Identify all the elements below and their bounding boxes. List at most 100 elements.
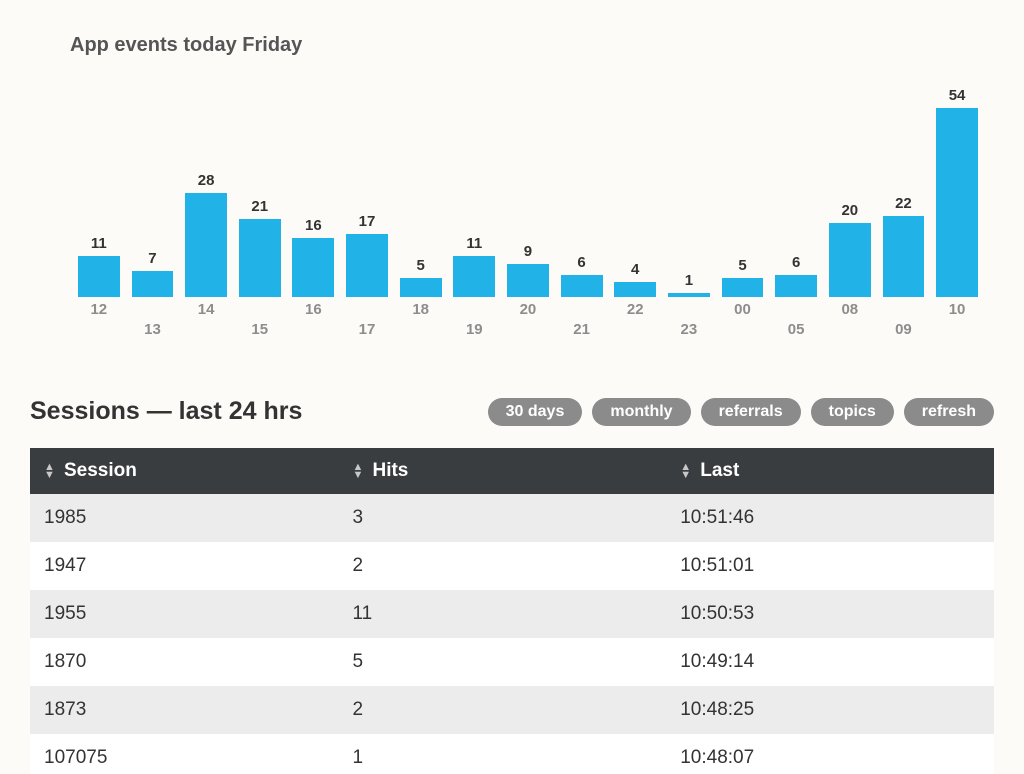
bar-value-label: 5: [738, 257, 746, 274]
cell-hits: 2: [338, 686, 666, 734]
bar: [722, 278, 764, 297]
bar-value-label: 28: [198, 172, 215, 189]
bar-col: 2209: [877, 87, 931, 297]
bar-value-label: 7: [148, 250, 156, 267]
bar-col: 605: [769, 87, 823, 297]
topics-button[interactable]: topics: [811, 398, 894, 426]
bar-x-label: 09: [895, 321, 912, 338]
bar-value-label: 16: [305, 217, 322, 234]
bar-x-label: 23: [681, 321, 698, 338]
sort-icon: ▲▼: [44, 463, 58, 479]
bar-x-label: 12: [90, 301, 107, 318]
cell-session: 1985: [30, 494, 338, 542]
bar: [936, 108, 978, 297]
bar: [453, 256, 495, 297]
bar-x-label: 15: [251, 321, 268, 338]
table-row[interactable]: 107075110:48:07: [30, 734, 994, 774]
bar-col: 1119: [447, 87, 501, 297]
table-row[interactable]: 1870510:49:14: [30, 638, 994, 686]
bar-x-label: 18: [412, 301, 429, 318]
bar: [507, 264, 549, 297]
sort-icon: ▲▼: [352, 463, 366, 479]
bar: [775, 275, 817, 297]
cell-session: 1955: [30, 590, 338, 638]
bar-x-label: 20: [520, 301, 537, 318]
bar-value-label: 22: [895, 195, 912, 212]
bar: [614, 282, 656, 297]
bar: [668, 293, 710, 297]
bar: [132, 271, 174, 297]
cell-last: 10:51:01: [666, 542, 994, 590]
bar-col: 518: [394, 87, 448, 297]
bar: [292, 238, 334, 297]
bar-x-label: 16: [305, 301, 322, 318]
bar-value-label: 21: [251, 198, 268, 215]
cell-last: 10:49:14: [666, 638, 994, 686]
bar-value-label: 11: [91, 235, 107, 252]
bar-value-label: 4: [631, 261, 639, 278]
bar-value-label: 6: [792, 254, 800, 271]
sessions-title: Sessions — last 24 hrs: [30, 397, 302, 426]
bar-col: 2115: [233, 87, 287, 297]
sort-icon: ▲▼: [680, 463, 694, 479]
table-row[interactable]: 1985310:51:46: [30, 494, 994, 542]
cell-hits: 3: [338, 494, 666, 542]
bar-x-label: 13: [144, 321, 161, 338]
bar-value-label: 54: [949, 87, 966, 104]
events-bar-chart: 1112713281421151616171751811199206214221…: [30, 87, 994, 347]
bar-col: 1717: [340, 87, 394, 297]
col-last[interactable]: ▲▼ Last: [666, 448, 994, 494]
table-row[interactable]: 1873210:48:25: [30, 686, 994, 734]
bar-col: 422: [608, 87, 662, 297]
bar-x-label: 00: [734, 301, 751, 318]
cell-last: 10:48:07: [666, 734, 994, 774]
col-session[interactable]: ▲▼ Session: [30, 448, 338, 494]
bar-x-label: 10: [949, 301, 966, 318]
bar-value-label: 11: [466, 235, 482, 252]
bar-value-label: 20: [841, 202, 858, 219]
bar-col: 500: [716, 87, 770, 297]
referrals-button[interactable]: referrals: [701, 398, 801, 426]
bar: [346, 234, 388, 297]
bar-value-label: 5: [416, 257, 424, 274]
sessions-table: ▲▼Session▲▼Hits▲▼Last 1985310:51:4619472…: [30, 448, 994, 774]
bar-col: 123: [662, 87, 716, 297]
col-label: Last: [700, 460, 739, 481]
30-days-button[interactable]: 30 days: [488, 398, 583, 426]
bar-col: 1616: [287, 87, 341, 297]
monthly-button[interactable]: monthly: [592, 398, 690, 426]
bar-x-label: 14: [198, 301, 215, 318]
refresh-button[interactable]: refresh: [904, 398, 994, 426]
col-label: Session: [64, 460, 137, 481]
cell-last: 10:48:25: [666, 686, 994, 734]
bar: [239, 219, 281, 297]
bar: [400, 278, 442, 297]
bar-col: 2814: [179, 87, 233, 297]
bar-x-label: 21: [573, 321, 590, 338]
chart-title: App events today Friday: [70, 34, 994, 57]
cell-hits: 2: [338, 542, 666, 590]
bar: [185, 193, 227, 297]
bar: [561, 275, 603, 297]
bar-value-label: 6: [577, 254, 585, 271]
bar-value-label: 1: [685, 272, 693, 289]
cell-session: 1947: [30, 542, 338, 590]
bar-x-label: 22: [627, 301, 644, 318]
bar-x-label: 19: [466, 321, 483, 338]
bar-value-label: 17: [359, 213, 376, 230]
cell-hits: 11: [338, 590, 666, 638]
bar: [78, 256, 120, 297]
bar-x-label: 05: [788, 321, 805, 338]
cell-session: 1870: [30, 638, 338, 686]
cell-last: 10:51:46: [666, 494, 994, 542]
table-row[interactable]: 19551110:50:53: [30, 590, 994, 638]
cell-hits: 5: [338, 638, 666, 686]
bar-col: 1112: [72, 87, 126, 297]
bar-col: 621: [555, 87, 609, 297]
bar: [829, 223, 871, 297]
table-row[interactable]: 1947210:51:01: [30, 542, 994, 590]
bar-x-label: 17: [359, 321, 376, 338]
col-hits[interactable]: ▲▼Hits: [338, 448, 666, 494]
bar-col: 713: [126, 87, 180, 297]
bar-value-label: 9: [524, 243, 532, 260]
